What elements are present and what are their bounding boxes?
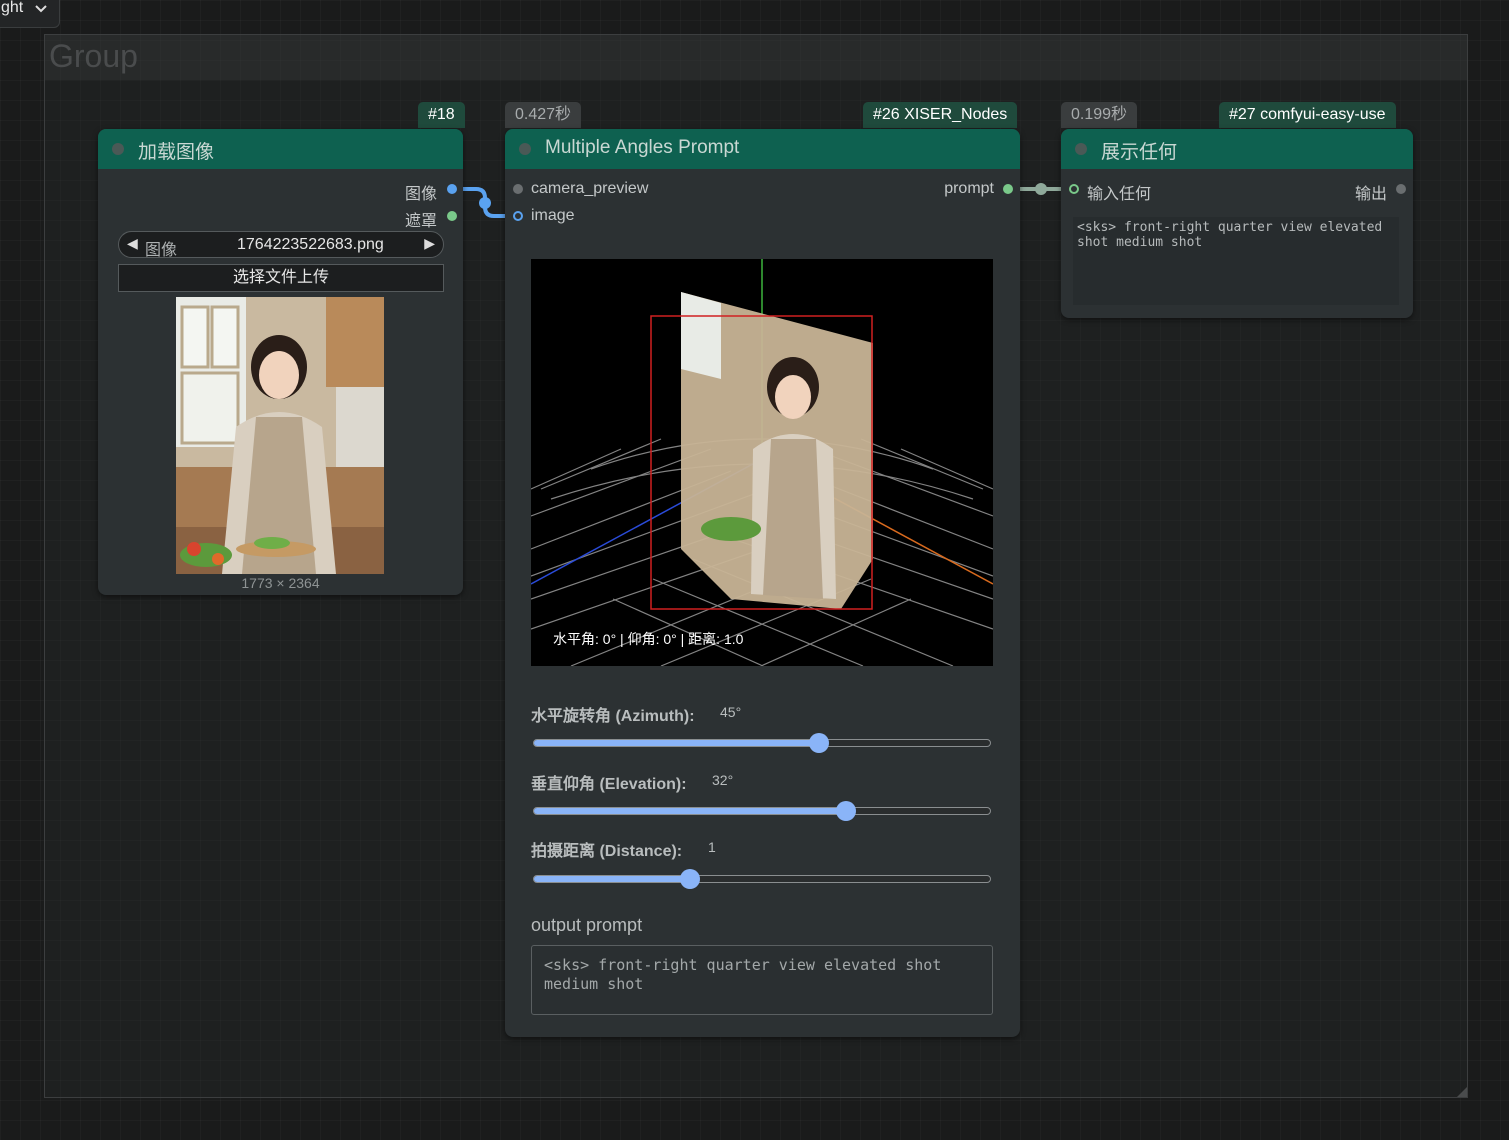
output-prompt-textbox[interactable]: <sks> front-right quarter view elevated … bbox=[531, 945, 993, 1015]
distance-value: 1 bbox=[708, 839, 716, 855]
output-mask-socket[interactable] bbox=[447, 211, 457, 221]
combo-next-icon[interactable]: ▶ bbox=[424, 235, 435, 252]
slider-fill bbox=[534, 808, 846, 814]
slider-thumb[interactable] bbox=[835, 801, 856, 821]
azimuth-value: 45° bbox=[720, 704, 742, 720]
output-prompt-socket[interactable] bbox=[1003, 184, 1013, 194]
elevation-label: 垂直仰角 (Elevation): bbox=[531, 776, 687, 793]
output-socket[interactable] bbox=[1396, 184, 1406, 194]
node-title: 展示任何 bbox=[1101, 142, 1178, 163]
input-image-socket[interactable] bbox=[513, 211, 523, 221]
camera-3d-scene bbox=[530, 259, 994, 667]
image-dimensions: 1773 × 2364 bbox=[241, 575, 320, 591]
node-header[interactable]: Multiple Angles Prompt bbox=[505, 129, 1020, 169]
upload-button[interactable]: 选择文件上传 bbox=[118, 264, 444, 292]
elevation-slider[interactable] bbox=[533, 801, 991, 821]
node-id-badge: #27 comfyui-easy-use bbox=[1219, 102, 1396, 128]
preview-image bbox=[176, 297, 384, 574]
azimuth-slider[interactable] bbox=[533, 733, 991, 753]
combo-label: 图像 bbox=[145, 242, 178, 259]
slider-thumb[interactable] bbox=[680, 869, 701, 889]
node-header[interactable]: 展示任何 bbox=[1061, 129, 1413, 169]
output-prompt-heading: output prompt bbox=[531, 915, 643, 935]
output-image-label: 图像 bbox=[404, 186, 437, 203]
node-title: Multiple Angles Prompt bbox=[545, 137, 740, 158]
output-label: 输出 bbox=[1354, 186, 1387, 203]
load-image-node[interactable]: 加载图像 图像 遮罩 ◀ 图像 1764223522683.png ▶ 选择文件… bbox=[98, 129, 463, 595]
camera-preview-canvas[interactable]: 水平角: 0° | 仰角: 0° | 距离: 1.0 bbox=[530, 259, 994, 667]
distance-slider[interactable] bbox=[533, 869, 991, 889]
slider-fill bbox=[534, 876, 691, 882]
azimuth-label: 水平旋转角 (Azimuth): bbox=[531, 708, 695, 725]
slider-fill bbox=[534, 740, 819, 746]
input-any-label: 输入任何 bbox=[1087, 186, 1152, 203]
combo-prev-icon[interactable]: ◀ bbox=[127, 235, 138, 252]
collapse-dot-icon[interactable] bbox=[1075, 143, 1087, 155]
distance-label: 拍摄距离 (Distance): bbox=[531, 843, 683, 860]
input-camera-preview-label: camera_preview bbox=[531, 180, 649, 197]
exec-time-badge: 0.427秒 bbox=[505, 102, 582, 128]
image-combo[interactable]: ◀ 图像 1764223522683.png ▶ bbox=[118, 231, 444, 259]
node-title: 加载图像 bbox=[138, 142, 215, 163]
output-mask-label: 遮罩 bbox=[404, 213, 437, 230]
prompt-link-midpoint bbox=[1035, 183, 1047, 195]
multiple-angles-node[interactable]: Multiple Angles Prompt camera_preview im… bbox=[505, 129, 1020, 1037]
node-header[interactable]: 加载图像 bbox=[98, 129, 463, 169]
preview-readout: 水平角: 0° | 仰角: 0° | 距离: 1.0 bbox=[553, 631, 744, 647]
slider-thumb[interactable] bbox=[808, 733, 829, 753]
output-image-socket[interactable] bbox=[447, 184, 457, 194]
output-prompt-label: prompt bbox=[944, 180, 994, 197]
exec-time-badge: 0.199秒 bbox=[1061, 102, 1138, 128]
input-image-label: image bbox=[531, 207, 575, 224]
node-id-badge: #26 XISER_Nodes bbox=[863, 102, 1018, 128]
image-link-midpoint bbox=[479, 197, 491, 209]
input-camera-preview-socket[interactable] bbox=[513, 184, 523, 194]
node-id-badge: #18 bbox=[418, 102, 465, 128]
elevation-value: 32° bbox=[712, 772, 734, 788]
show-any-node[interactable]: 展示任何 输入任何 输出 <sks> front-right quarter v… bbox=[1061, 129, 1413, 318]
collapse-dot-icon[interactable] bbox=[112, 143, 124, 155]
combo-value: 1764223522683.png bbox=[237, 236, 384, 253]
display-textbox[interactable]: <sks> front-right quarter view elevated … bbox=[1073, 217, 1399, 305]
input-any-socket[interactable] bbox=[1069, 184, 1079, 194]
collapse-dot-icon[interactable] bbox=[519, 143, 531, 155]
